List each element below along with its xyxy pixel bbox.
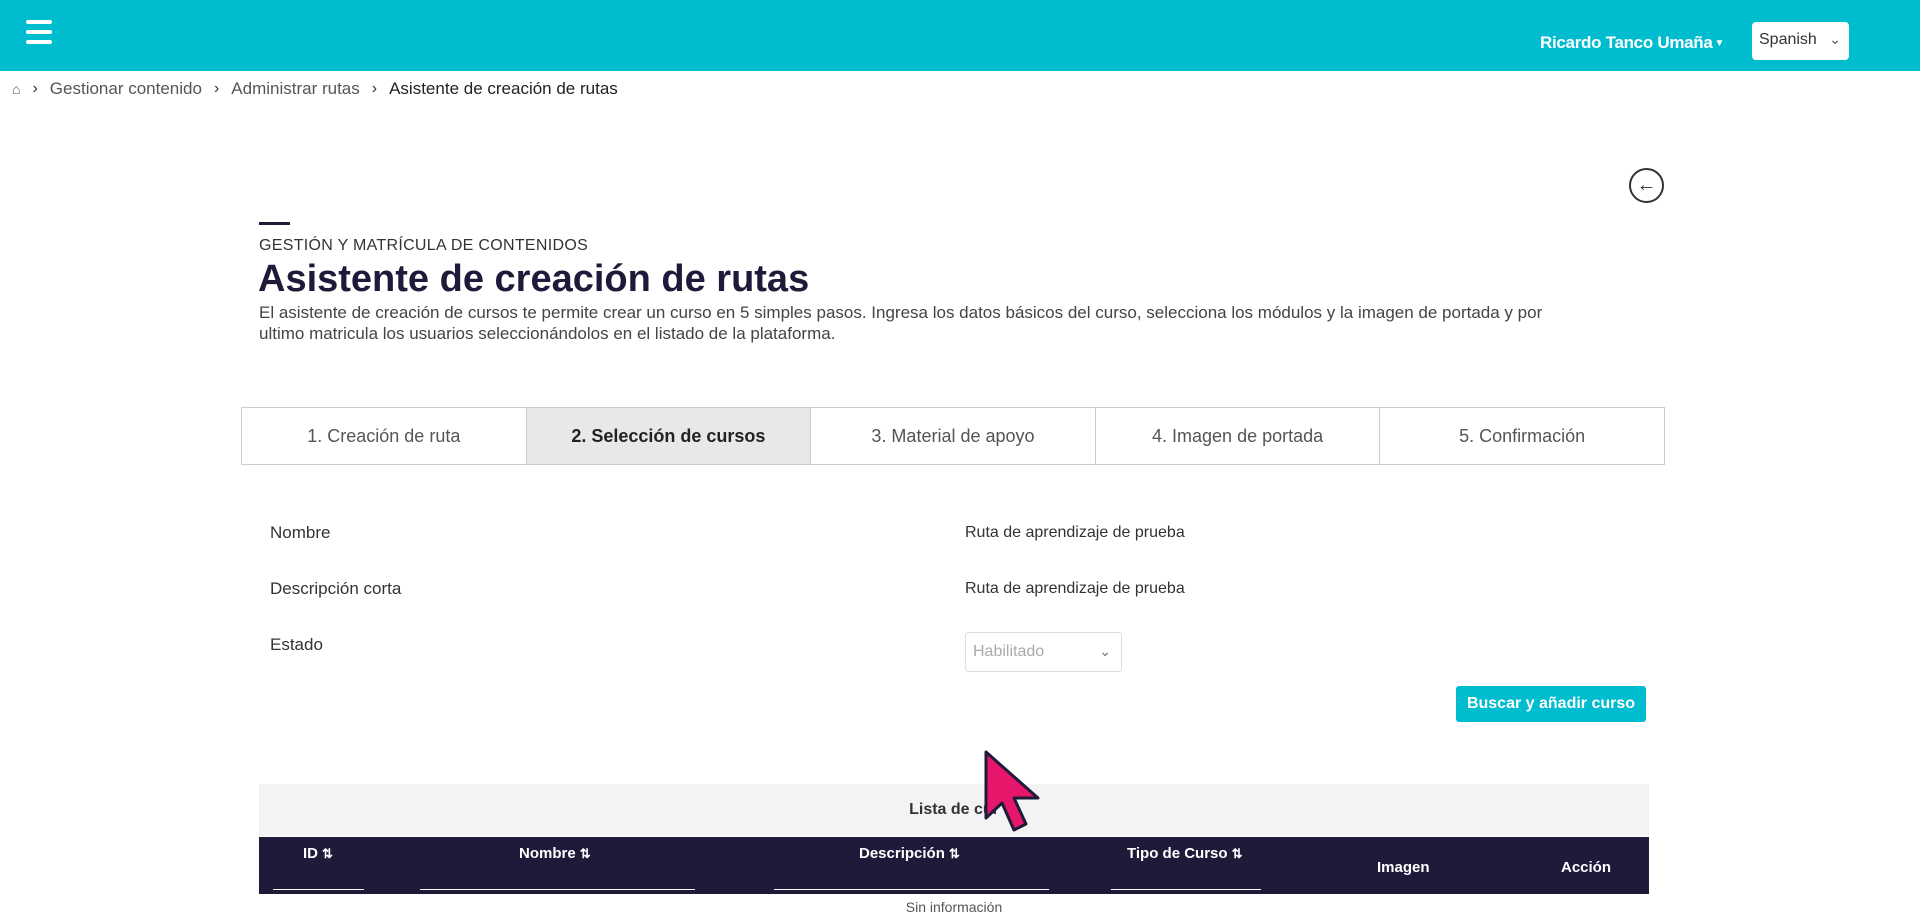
language-value: Spanish — [1759, 31, 1817, 48]
breadcrumb-current: Asistente de creación de rutas — [389, 79, 618, 98]
sort-icon: ⇅ — [579, 846, 591, 861]
filter-line-id[interactable] — [273, 889, 364, 890]
tab-imagen-portada[interactable]: 4. Imagen de portada — [1095, 407, 1381, 464]
home-icon[interactable]: ⌂ — [12, 81, 20, 97]
filter-line-tipo-curso[interactable] — [1111, 889, 1261, 890]
empty-table-message: Sin información — [905, 899, 1003, 915]
page-description: El asistente de creación de cursos te pe… — [259, 303, 1543, 343]
menu-icon[interactable] — [26, 20, 52, 46]
chevron-down-icon: ⌄ — [1099, 643, 1111, 659]
breadcrumb: ⌂ › Gestionar contenido › Administrar ru… — [12, 79, 618, 99]
status-select[interactable]: Habilitado ⌄ — [965, 632, 1122, 672]
title-accent-bar — [259, 222, 290, 225]
user-name: Ricardo Tanco Umaña — [1540, 33, 1713, 52]
filter-line-nombre[interactable] — [420, 889, 695, 890]
breadcrumb-link-gestionar[interactable]: Gestionar contenido — [50, 79, 202, 99]
chevron-right-icon: › — [32, 80, 38, 97]
course-list-title: Lista de cur — [259, 784, 1649, 836]
short-description-value: Ruta de aprendizaje de prueba — [965, 580, 1185, 597]
table-header: ID ⇅ Nombre ⇅ Descripción ⇅ Tipo de Curso ⇅ … — [259, 837, 1649, 894]
sort-icon: ⇅ — [948, 846, 960, 861]
column-header-id[interactable]: ID ⇅ — [303, 845, 333, 862]
tab-material-apoyo[interactable]: 3. Material de apoyo — [811, 407, 1096, 464]
user-menu[interactable]: Ricardo Tanco Umaña ▼ — [1540, 33, 1724, 53]
add-course-button[interactable]: Buscar y añadir curso — [1456, 686, 1646, 722]
tab-confirmacion[interactable]: 5. Confirmación — [1380, 407, 1664, 464]
chevron-down-icon: ⌄ — [1829, 31, 1841, 47]
sort-icon: ⇅ — [322, 846, 333, 861]
wizard-tabs: 1. Creación de ruta 2. Selección de curs… — [241, 407, 1665, 465]
status-value: Habilitado — [973, 643, 1045, 660]
tab-seleccion-cursos[interactable]: 2. Selección de cursos — [526, 407, 812, 464]
status-label: Estado — [270, 635, 323, 654]
short-description-label: Descripción corta — [270, 579, 402, 598]
sort-icon: ⇅ — [1231, 846, 1243, 861]
column-header-label: Descripción — [859, 845, 945, 862]
column-header-descripcion[interactable]: Descripción ⇅ — [859, 845, 960, 862]
chevron-right-icon: › — [371, 80, 378, 97]
breadcrumb-link-administrar[interactable]: Administrar rutas — [231, 79, 359, 99]
section-eyebrow: GESTIÓN Y MATRÍCULA DE CONTENIDOS — [259, 237, 589, 254]
mouse-pointer-icon — [984, 750, 1040, 832]
column-header-tipo-curso[interactable]: Tipo de Curso ⇅ — [1127, 845, 1242, 862]
column-header-nombre[interactable]: Nombre ⇅ — [519, 845, 591, 862]
column-header-label: Tipo de Curso — [1127, 845, 1228, 862]
page-title: Asistente de creación de rutas — [258, 258, 810, 300]
tab-creacion-ruta[interactable]: 1. Creación de ruta — [242, 407, 527, 464]
back-arrow-icon[interactable]: ← — [1629, 168, 1664, 203]
chevron-right-icon: › — [213, 80, 220, 97]
column-header-label: Nombre — [519, 845, 576, 862]
column-header-label: ID — [303, 845, 318, 862]
name-label: Nombre — [270, 523, 331, 542]
column-header-imagen: Imagen — [1377, 859, 1430, 876]
filter-line-descripcion[interactable] — [774, 889, 1049, 890]
caret-down-icon: ▼ — [1714, 38, 1725, 49]
column-header-accion: Acción — [1561, 859, 1612, 876]
language-select[interactable]: Spanish ⌄ — [1752, 22, 1849, 60]
name-value: Ruta de aprendizaje de prueba — [965, 524, 1185, 541]
top-bar: Ricardo Tanco Umaña ▼ Spanish ⌄ — [0, 0, 1920, 71]
